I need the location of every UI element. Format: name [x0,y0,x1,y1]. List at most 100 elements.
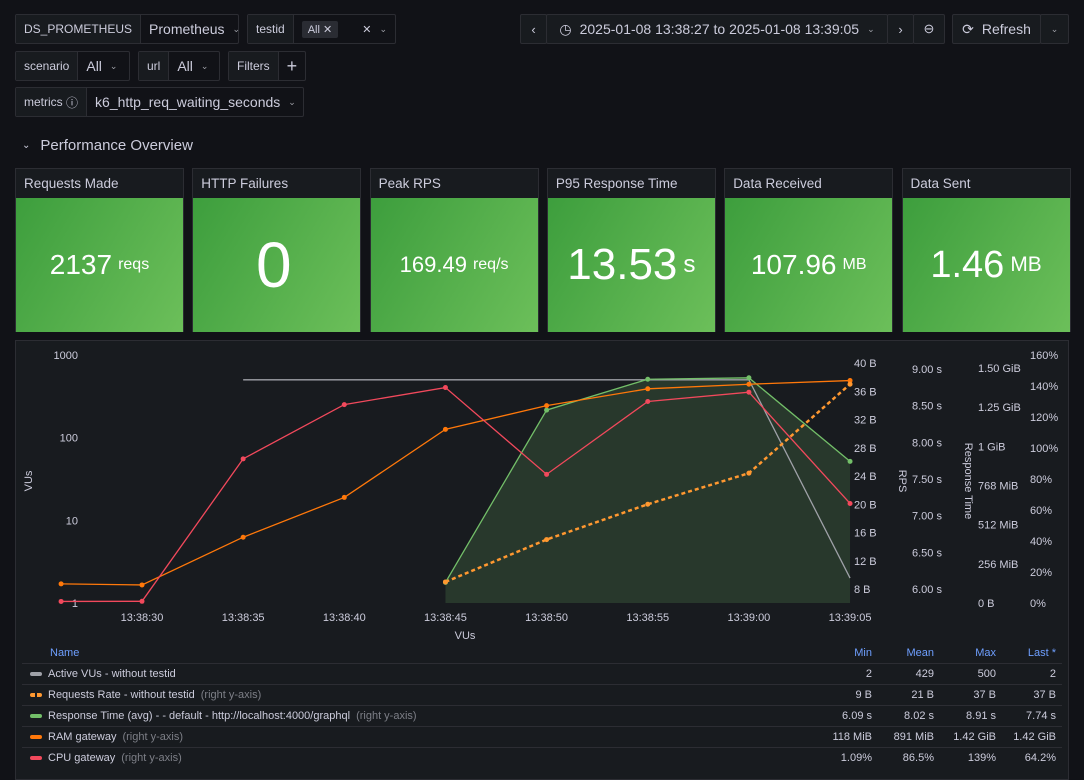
data-point [645,399,651,404]
testid-tag[interactable]: All ✕ [301,20,339,38]
x-tick-label: 13:38:55 [626,612,669,624]
zoom-out-button[interactable]: ⊖ [913,14,945,44]
url-select[interactable]: All ⌄ [169,52,216,80]
clock-icon: ◷ [559,20,572,37]
chevron-down-icon: ⌄ [22,140,31,151]
legend-header-col[interactable]: Mean [872,647,934,659]
time-forward-button[interactable]: › [887,14,914,44]
stat-title: Data Received [733,176,822,191]
chevron-down-icon: ⌄ [379,23,387,34]
series-swatch-icon [30,693,42,697]
rps-axis-tick: 28 B [854,443,877,455]
clear-icon[interactable]: ✕ [362,23,371,36]
time-range-value: 2025-01-08 13:38:27 to 2025-01-08 13:39:… [579,21,860,37]
percent-axis-tick: 120% [1030,412,1058,424]
timeseries-chart[interactable]: 13:38:30 13:38:35 13:38:40 13:38:45 13:38:50… [16,341,1070,642]
x-tick-label: 13:38:35 [222,612,265,624]
data-point [139,598,145,604]
filters-variable[interactable]: Filters + [228,51,306,81]
x-axis-label: VUs [455,630,476,641]
legend-row[interactable]: RAM gateway (right y-axis) 118 MiB 891 MiB 1… [22,726,1062,747]
rps-axis-tick: 20 B [854,499,877,511]
seconds-axis-tick: 8.00 s [912,437,942,449]
legend-max: 8.91 s [966,710,996,722]
scenario-select[interactable]: All ⌄ [78,52,125,80]
scenario-variable[interactable]: scenario All ⌄ [15,51,130,81]
x-tick-label: 13:38:45 [424,612,467,624]
scenario-value: All [86,58,102,74]
metrics-select[interactable]: k6_http_req_waiting_seconds ⌄ [87,88,304,116]
datasource-select[interactable]: Prometheus ⌄ [141,15,248,43]
chevron-down-icon: ⌄ [109,60,118,71]
chevron-down-icon: ⌄ [200,60,209,71]
stat-value: 2137 [49,249,113,280]
refresh-label: Refresh [981,21,1031,37]
legend-row[interactable]: Requests Rate - without testid (right y-a… [22,684,1062,705]
percent-axis-tick: 140% [1030,381,1058,393]
refresh-interval-button[interactable]: ⌄ [1040,14,1069,44]
y-axis-label: VUs [23,470,35,491]
url-value: All [177,58,193,74]
series-name: Requests Rate - without testid [48,689,195,701]
stat-value-area: 1.46 MB [902,198,1070,332]
percent-axis-tick: 40% [1030,536,1052,548]
legend-min: 6.09 s [842,710,872,722]
legend-min: 2 [865,668,872,680]
legend-header-name[interactable]: Name [22,647,810,659]
section-title: Performance Overview [40,137,193,154]
data-point [746,389,752,395]
percent-axis-tick: 160% [1030,350,1058,362]
data-point [58,598,64,604]
legend-max: 37 B [973,689,996,701]
chevron-down-icon: ⌄ [867,23,875,34]
row-performance-overview[interactable]: ⌄ Performance Overview [22,137,193,154]
data-point [139,582,145,588]
datasource-variable[interactable]: DS_PROMETHEUS Prometheus ⌄ [15,14,240,44]
data-point [746,381,752,387]
data-point [645,386,651,392]
legend-header-col[interactable]: Min [810,647,872,659]
add-filter-button[interactable]: + [279,52,306,80]
stat-unit: MB [842,256,867,273]
x-tick-label: 13:38:50 [525,612,568,624]
time-back-button[interactable]: ‹ [520,14,547,44]
remove-tag-icon[interactable]: ✕ [323,24,332,36]
data-point [544,403,550,409]
percent-axis-tick: 0% [1030,598,1046,610]
stat-value-area: 169.49 req/s [370,198,538,332]
refresh-button[interactable]: ⟳ Refresh [952,14,1041,44]
legend-last: 7.74 s [1026,710,1056,722]
metrics-variable[interactable]: metrics ⓘ k6_http_req_waiting_seconds ⌄ [15,87,304,117]
testid-variable[interactable]: testid All ✕ ✕ ⌄ [247,14,396,44]
datasource-value: Prometheus [149,21,225,37]
axis-note: (right y-axis) [121,752,182,764]
y-tick-label: 100 [60,433,78,445]
legend-header-col[interactable]: Last * [996,647,1062,659]
legend-row[interactable]: CPU gateway (right y-axis) 1.09% 86.5% 139% 6… [22,747,1062,768]
rps-axis-tick: 32 B [854,415,877,427]
info-icon[interactable]: ⓘ [66,94,78,111]
legend-mean: 86.5% [902,752,934,764]
axis-note: (right y-axis) [200,689,262,701]
data-point [645,376,651,382]
legend-row[interactable]: Active VUs - without testid 2 429 500 2 [22,663,1062,684]
testid-select[interactable]: All ✕ ✕ ⌄ [294,15,395,43]
url-variable[interactable]: url All ⌄ [138,51,220,81]
axis-note: (right y-axis) [122,731,183,743]
series-name: Active VUs - without testid [48,668,176,680]
legend-row[interactable]: Response Time (avg) - - default - http:/… [22,705,1062,726]
data-point [442,385,448,391]
data-point [847,381,853,387]
percent-axis-tick: 60% [1030,505,1052,517]
memory-axis-tick: 0 B [978,598,995,610]
metrics-label: metrics ⓘ [16,88,88,116]
time-range-picker[interactable]: ◷ 2025-01-08 13:38:27 to 2025-01-08 13:39… [546,14,888,44]
series-swatch-icon [30,735,42,739]
stat-title: Peak RPS [378,176,441,191]
memory-axis-tick: 1 GiB [978,441,1006,453]
memory-axis-tick: 256 MiB [978,559,1018,571]
rps-axis-label: RPS [896,470,908,493]
x-tick-label: 13:38:40 [323,612,366,624]
rps-axis-tick: 12 B [854,556,877,568]
legend-header-col[interactable]: Max [934,647,996,659]
